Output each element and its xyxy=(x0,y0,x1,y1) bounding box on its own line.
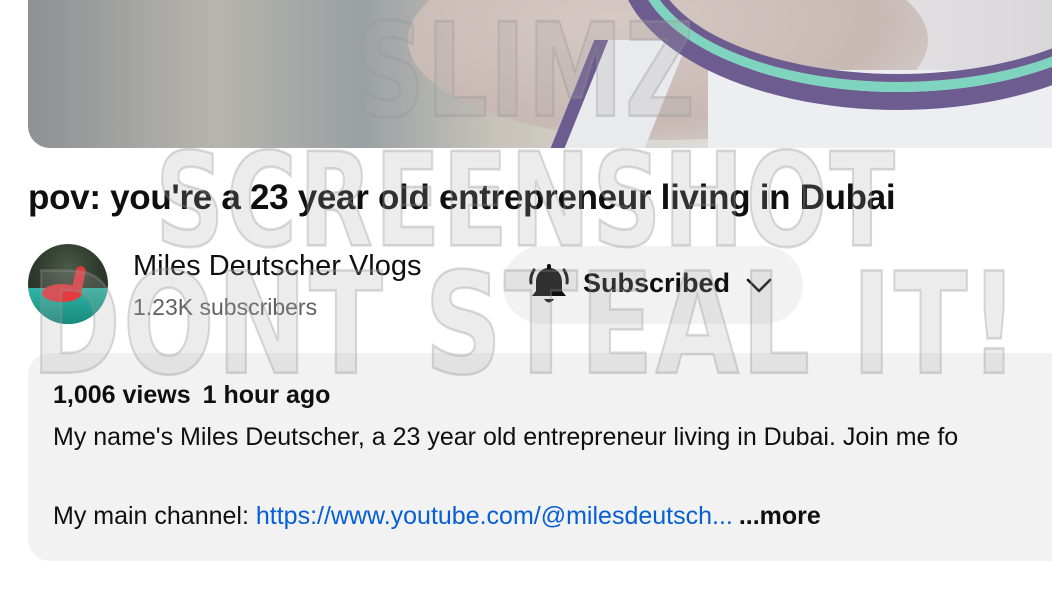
channel-link[interactable]: https://www.youtube.com/@milesdeutsch... xyxy=(256,502,733,530)
video-title: pov: you're a 23 year old entrepreneur l… xyxy=(28,178,896,217)
channel-link-label: My main channel: xyxy=(53,502,256,530)
video-thumbnail[interactable] xyxy=(28,0,1052,148)
subscribed-label: Subscribed xyxy=(583,268,731,298)
description-channel-line: My main channel: https://www.youtube.com… xyxy=(53,502,821,531)
video-meta: 1,006 views 1 hour ago xyxy=(53,381,330,410)
bell-icon xyxy=(529,264,569,303)
chevron-down-icon xyxy=(746,278,772,293)
channel-avatar[interactable] xyxy=(28,244,108,324)
description-text: My name's Miles Deutscher, a 23 year old… xyxy=(53,423,959,451)
subscribed-button[interactable]: Subscribed xyxy=(503,246,803,324)
channel-name[interactable]: Miles Deutscher Vlogs xyxy=(133,250,422,283)
upload-time: 1 hour ago xyxy=(202,381,331,409)
view-count: 1,006 views xyxy=(53,381,191,409)
description-panel[interactable]: 1,006 views 1 hour ago My name's Miles De… xyxy=(28,353,1052,561)
subscriber-count: 1.23K subscribers xyxy=(133,294,318,320)
more-button[interactable]: ...more xyxy=(739,502,821,530)
